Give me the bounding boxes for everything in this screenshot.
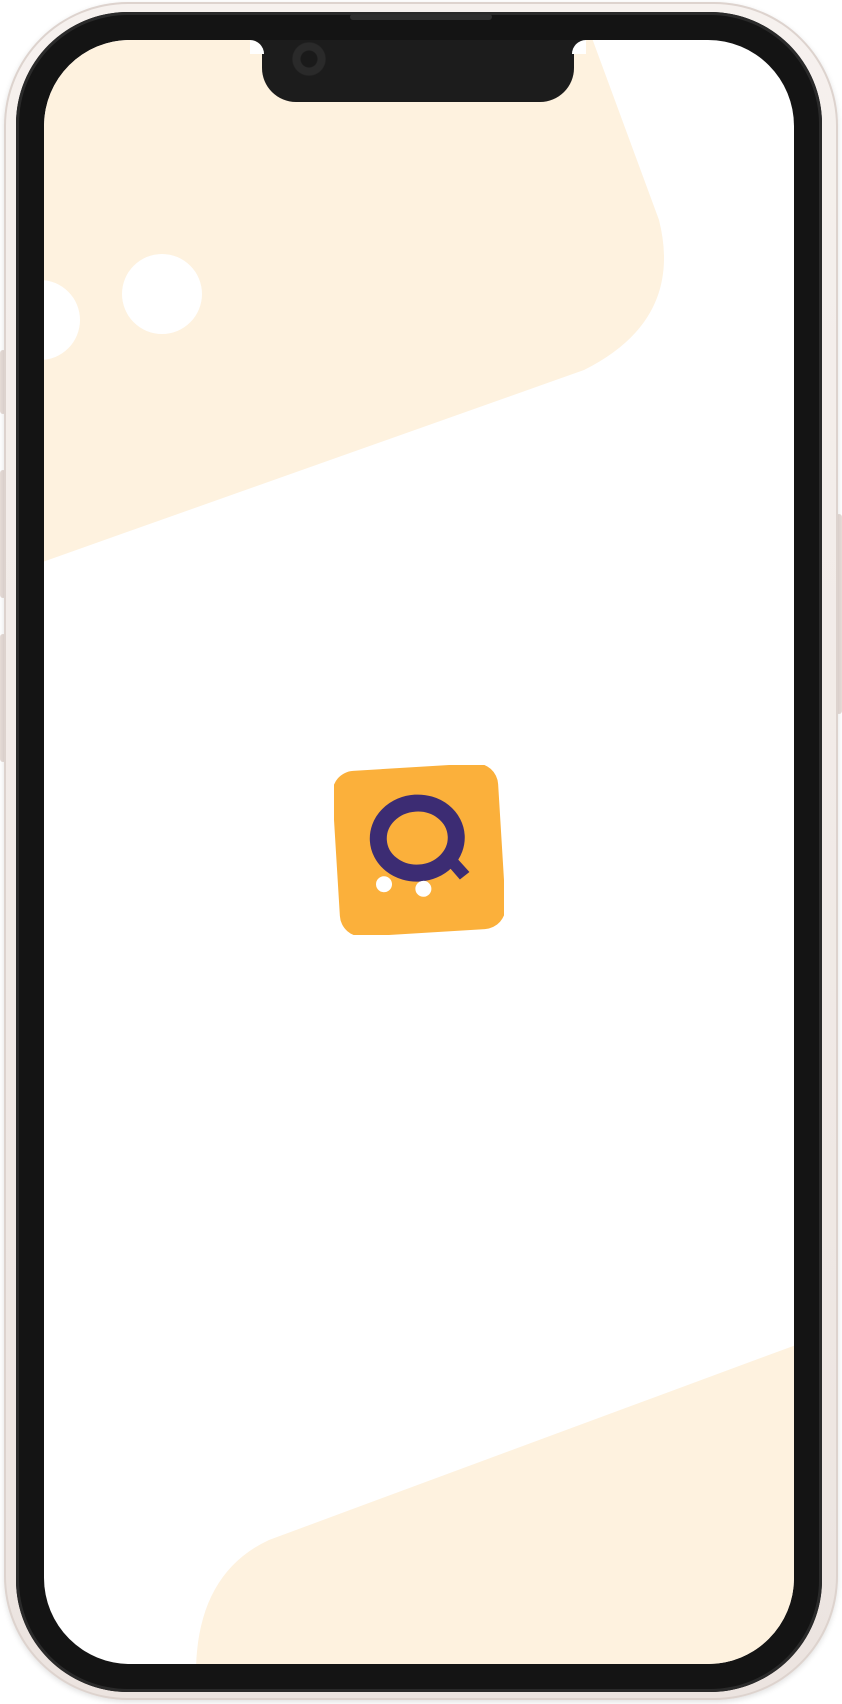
front-camera	[292, 42, 326, 76]
notch-edge-right	[572, 40, 586, 54]
device-screenshot	[0, 0, 842, 1704]
top-background-card	[44, 40, 665, 562]
card-hole-right	[122, 254, 202, 334]
notch-edge-left	[250, 40, 264, 54]
q-chat-logo-icon	[334, 765, 504, 935]
logo-tile	[334, 765, 504, 935]
earpiece-speaker	[350, 14, 492, 20]
bottom-background-card	[196, 1345, 794, 1664]
